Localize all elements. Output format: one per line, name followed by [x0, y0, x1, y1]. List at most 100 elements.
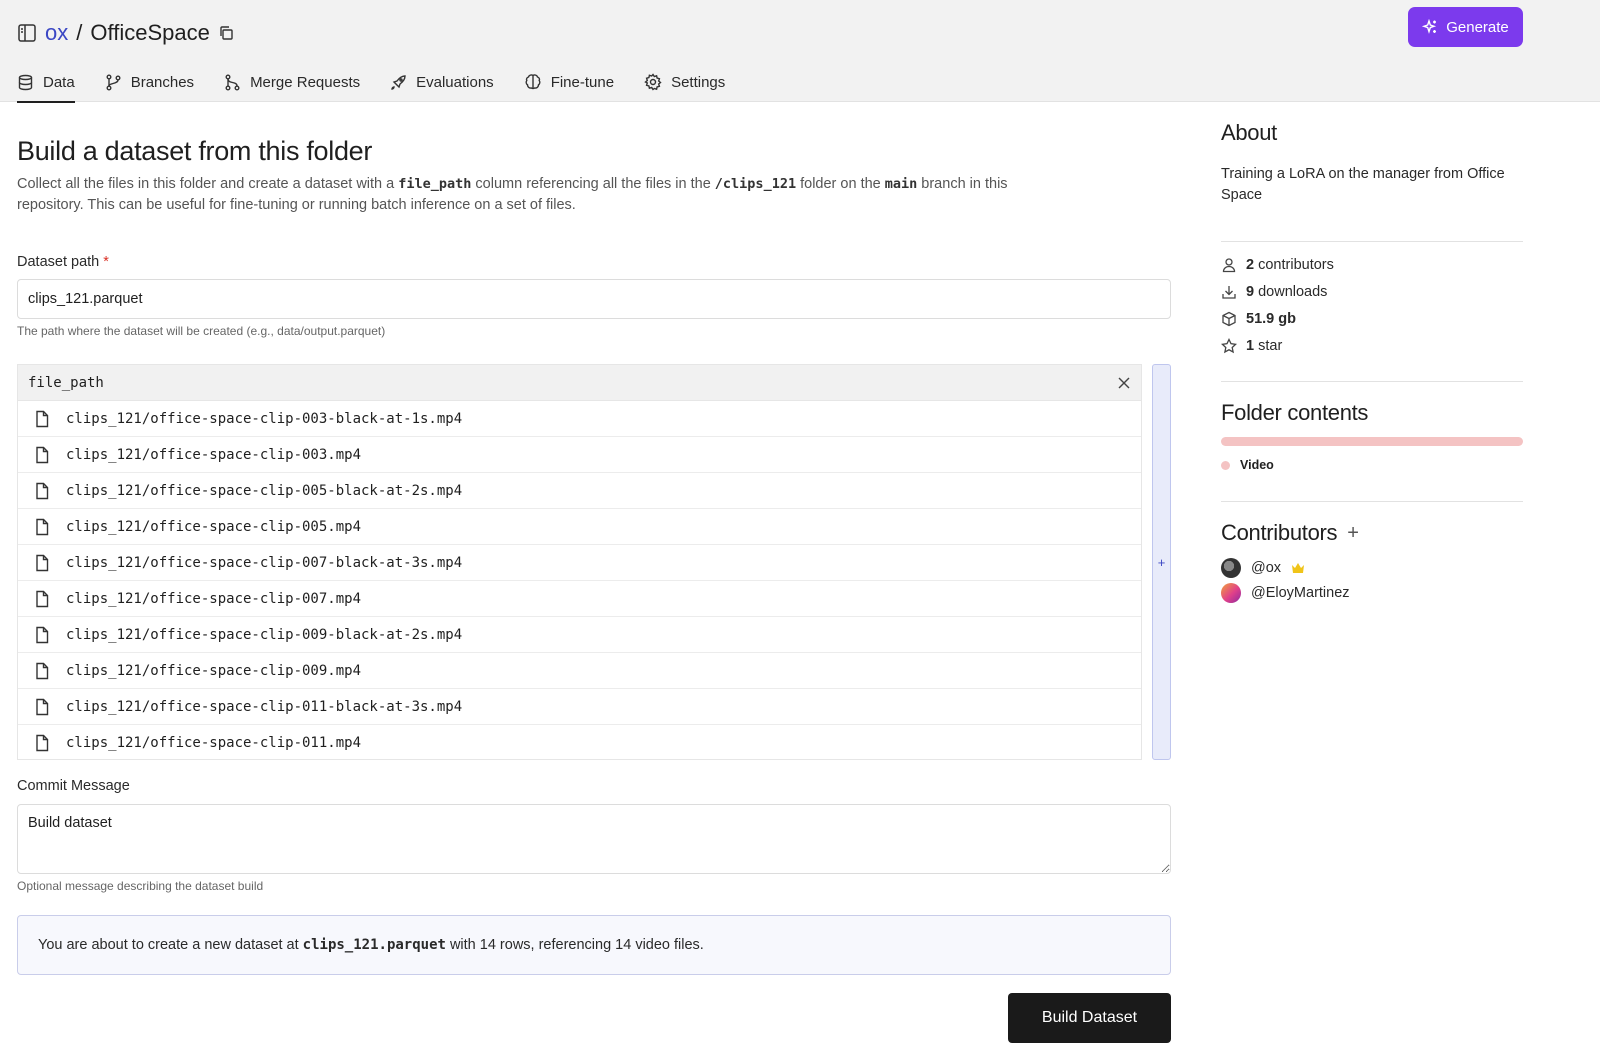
table-row[interactable]: clips_121/office-space-clip-009.mp4: [18, 653, 1141, 689]
tab-settings[interactable]: Settings: [644, 66, 725, 102]
generate-button[interactable]: Generate: [1408, 7, 1523, 47]
tab-label: Merge Requests: [250, 73, 361, 91]
commit-message-hint: Optional message describing the dataset …: [17, 879, 264, 893]
tab-label: Data: [43, 73, 75, 91]
generate-label: Generate: [1446, 18, 1509, 36]
avatar: [1221, 583, 1241, 603]
code-file-path: file_path: [398, 176, 472, 192]
tab-fine-tune[interactable]: Fine-tune: [524, 66, 614, 102]
download-icon: [1221, 284, 1237, 300]
stat-stars[interactable]: 1 star: [1221, 338, 1282, 354]
column-header-file-path: file_path: [28, 374, 104, 391]
repo-tabs: Data Branches Merge Requests Evaluations…: [17, 66, 725, 103]
folder-contents-heading: Folder contents: [1221, 400, 1369, 425]
stat-downloads: 9 downloads: [1221, 284, 1327, 300]
file-icon: [34, 446, 50, 464]
page-title: Build a dataset from this folder: [17, 136, 373, 166]
table-row[interactable]: clips_121/office-space-clip-009-black-at…: [18, 617, 1141, 653]
table-row[interactable]: clips_121/office-space-clip-011-black-at…: [18, 689, 1141, 725]
rocket-icon: [390, 74, 407, 91]
file-path-cell: clips_121/office-space-clip-007.mp4: [66, 590, 362, 607]
file-table: file_path clips_121/office-space-clip-00…: [17, 364, 1142, 760]
tab-merge-requests[interactable]: Merge Requests: [224, 66, 360, 102]
tab-evaluations[interactable]: Evaluations: [390, 66, 494, 102]
database-icon: [17, 74, 34, 91]
folder-legend-video: Video: [1221, 458, 1274, 472]
about-description: Training a LoRA on the manager from Offi…: [1221, 166, 1505, 203]
merge-icon: [224, 74, 241, 91]
tab-label: Branches: [130, 73, 195, 91]
file-path-cell: clips_121/office-space-clip-009-black-at…: [66, 626, 463, 643]
box-icon: [1221, 311, 1237, 327]
top-bar: ox / OfficeSpace Generate Data Branches: [0, 0, 1600, 103]
brain-icon: [524, 73, 542, 91]
table-row[interactable]: clips_121/office-space-clip-005.mp4: [18, 509, 1141, 545]
avatar: [1221, 558, 1241, 578]
user-icon: [1221, 257, 1237, 273]
build-summary-notice: You are about to create a new dataset at…: [17, 915, 1171, 975]
contributors-heading: Contributors +: [1221, 520, 1359, 545]
video-dot: [1221, 460, 1230, 470]
dataset-path-hint: The path where the dataset will be creat…: [17, 324, 386, 338]
repo-owner-link[interactable]: ox: [45, 20, 68, 46]
copy-icon[interactable]: [218, 25, 234, 41]
file-icon: [34, 626, 50, 644]
table-row[interactable]: clips_121/office-space-clip-005-black-at…: [18, 473, 1141, 509]
table-row[interactable]: clips_121/office-space-clip-011.mp4: [18, 725, 1141, 761]
tab-data[interactable]: Data: [17, 66, 75, 103]
divider: [1221, 241, 1523, 242]
file-icon: [34, 482, 50, 500]
commit-message-label: Commit Message: [17, 778, 130, 794]
table-row[interactable]: clips_121/office-space-clip-007.mp4: [18, 581, 1141, 617]
sidebar-toggle-icon[interactable]: [17, 23, 37, 43]
tab-label: Evaluations: [416, 73, 494, 91]
star-icon: [1221, 338, 1237, 354]
close-icon[interactable]: [1117, 376, 1131, 390]
file-icon: [34, 662, 50, 680]
table-row[interactable]: clips_121/office-space-clip-003-black-at…: [18, 401, 1141, 437]
file-path-cell: clips_121/office-space-clip-003.mp4: [66, 446, 362, 463]
contributor-ox[interactable]: @ox: [1221, 558, 1305, 578]
build-dataset-button[interactable]: Build Dataset: [1008, 993, 1171, 1043]
required-mark: *: [103, 254, 109, 270]
divider: [1221, 501, 1523, 502]
stat-size: 51.9 gb: [1221, 311, 1296, 327]
branch-icon: [105, 74, 122, 91]
file-path-cell: clips_121/office-space-clip-009.mp4: [66, 662, 362, 679]
file-path-cell: clips_121/office-space-clip-003-black-at…: [66, 410, 463, 427]
file-path-cell: clips_121/office-space-clip-005.mp4: [66, 518, 362, 535]
file-path-cell: clips_121/office-space-clip-007-black-at…: [66, 554, 463, 571]
table-body: clips_121/office-space-clip-003-black-at…: [18, 401, 1141, 761]
breadcrumb-separator: /: [76, 20, 83, 45]
file-icon: [34, 410, 50, 428]
code-branch: main: [884, 176, 918, 192]
add-contributor-button[interactable]: +: [1347, 522, 1359, 545]
dataset-path-input[interactable]: [17, 279, 1171, 319]
crown-icon: [1291, 562, 1305, 574]
file-path-cell: clips_121/office-space-clip-011.mp4: [66, 735, 362, 751]
tab-label: Fine-tune: [550, 73, 615, 91]
file-icon: [34, 698, 50, 716]
tab-label: Settings: [671, 73, 726, 91]
file-icon: [34, 734, 50, 752]
summary-dataset-path: clips_121.parquet: [302, 937, 446, 953]
table-header: file_path: [18, 365, 1141, 401]
dataset-path-label: Dataset path *: [17, 254, 109, 270]
file-icon: [34, 518, 50, 536]
divider: [1221, 381, 1523, 382]
repo-name: OfficeSpace: [90, 20, 210, 45]
file-path-cell: clips_121/office-space-clip-011-black-at…: [66, 698, 463, 715]
commit-message-field[interactable]: Build dataset: [17, 804, 1171, 874]
code-folder: /clips_121: [714, 176, 797, 192]
add-column-button[interactable]: +: [1152, 364, 1171, 760]
table-row[interactable]: clips_121/office-space-clip-007-black-at…: [18, 545, 1141, 581]
about-heading: About: [1221, 120, 1277, 145]
file-path-cell: clips_121/office-space-clip-005-black-at…: [66, 482, 463, 499]
tab-branches[interactable]: Branches: [105, 66, 194, 102]
contributor-eloymartinez[interactable]: @EloyMartinez: [1221, 583, 1350, 603]
file-icon: [34, 590, 50, 608]
table-row[interactable]: clips_121/office-space-clip-003.mp4: [18, 437, 1141, 473]
gear-icon: [644, 73, 662, 91]
repo-breadcrumb: ox / OfficeSpace: [17, 18, 234, 48]
sparkle-icon: [1422, 19, 1438, 35]
